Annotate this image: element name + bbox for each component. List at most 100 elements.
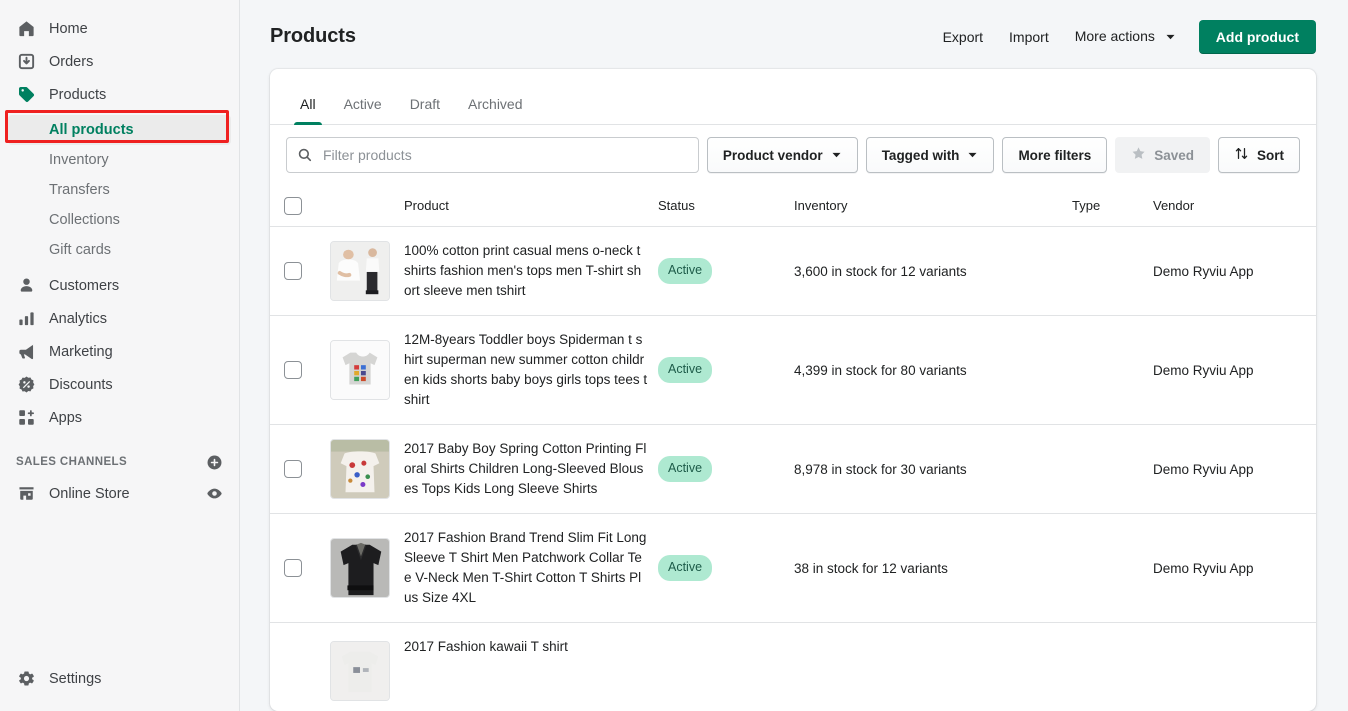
status-badge: Active <box>658 357 713 383</box>
import-label: Import <box>1009 28 1049 45</box>
orders-icon <box>16 52 36 72</box>
chevron-down-icon <box>1165 29 1176 45</box>
tab-label: Active <box>343 96 382 112</box>
sidebar-item-label: Settings <box>49 670 102 687</box>
product-status-cell: Active <box>658 357 794 383</box>
column-header-status[interactable]: Status <box>658 198 794 213</box>
saved-filters-button[interactable]: Saved <box>1115 137 1210 173</box>
product-title: 100% cotton print casual mens o-neck t s… <box>404 243 642 298</box>
sidebar-subitem-label: Collections <box>49 212 120 228</box>
tab-draft[interactable]: Draft <box>396 97 454 124</box>
column-header-type[interactable]: Type <box>1072 198 1153 213</box>
sidebar-item-home[interactable]: Home <box>8 12 231 45</box>
header-actions: Export Import More actions Add product <box>930 19 1316 54</box>
product-title-cell: 12M-8years Toddler boys Spiderman t shir… <box>404 316 658 424</box>
product-inventory: 8,978 in stock for 30 variants <box>794 461 967 477</box>
floral-baby-shirt-photo <box>330 439 390 499</box>
product-title: 2017 Fashion Brand Trend Slim Fit Long S… <box>404 530 647 605</box>
black-vneck-shirt-photo <box>330 538 390 598</box>
product-title: 12M-8years Toddler boys Spiderman t shir… <box>404 332 648 407</box>
sort-button[interactable]: Sort <box>1218 137 1300 173</box>
saved-label: Saved <box>1154 147 1194 163</box>
status-badge: Active <box>658 456 713 482</box>
row-select-cell <box>270 460 316 478</box>
sidebar-item-online-store[interactable]: Online Store <box>8 477 231 510</box>
product-inventory: 38 in stock for 12 variants <box>794 560 948 576</box>
row-checkbox[interactable] <box>284 262 302 280</box>
products-card: All Active Draft Archived Filter product… <box>270 69 1316 711</box>
table-row[interactable]: 2017 Fashion kawaii T shirt <box>270 623 1316 701</box>
kawaii-tshirt-photo <box>330 641 390 701</box>
eye-icon[interactable] <box>205 485 223 503</box>
row-checkbox[interactable] <box>284 460 302 478</box>
sidebar-item-label: Analytics <box>49 310 108 327</box>
tab-all[interactable]: All <box>286 97 330 125</box>
product-thumbnail-cell <box>316 340 404 400</box>
table-row[interactable]: 100% cotton print casual mens o-neck t s… <box>270 227 1316 316</box>
product-title-cell: 2017 Baby Boy Spring Cotton Printing Flo… <box>404 425 658 513</box>
add-product-label: Add product <box>1215 28 1299 45</box>
status-badge: Active <box>658 258 713 284</box>
product-status-cell: Active <box>658 555 794 581</box>
sidebar-item-label: Apps <box>49 409 83 426</box>
product-thumbnail-cell <box>316 538 404 598</box>
tagged-with-label: Tagged with <box>881 147 960 163</box>
sidebar-item-marketing[interactable]: Marketing <box>8 335 231 368</box>
select-all-cell <box>270 196 316 215</box>
chevron-down-icon <box>831 148 842 163</box>
sidebar-item-label: Orders <box>49 53 94 70</box>
export-label: Export <box>942 28 984 45</box>
sidebar-item-label: Customers <box>49 277 120 294</box>
star-icon <box>1131 146 1146 164</box>
tab-active[interactable]: Active <box>330 97 396 124</box>
sidebar-item-products[interactable]: Products <box>8 78 231 111</box>
product-vendor-filter-button[interactable]: Product vendor <box>706 137 858 173</box>
more-filters-button[interactable]: More filters <box>1002 137 1108 173</box>
apps-icon <box>16 408 36 428</box>
sidebar-item-customers[interactable]: Customers <box>8 269 231 302</box>
sidebar-item-inventory[interactable]: Inventory <box>8 145 231 175</box>
row-checkbox[interactable] <box>284 559 302 577</box>
tab-label: Archived <box>468 96 523 112</box>
add-product-button[interactable]: Add product <box>1198 19 1316 54</box>
sidebar-footer: Settings <box>0 662 239 695</box>
sidebar-item-all-products[interactable]: All products <box>8 115 231 145</box>
sidebar-item-label: Marketing <box>49 343 113 360</box>
sidebar-item-transfers[interactable]: Transfers <box>8 175 231 205</box>
table-row[interactable]: 2017 Fashion Brand Trend Slim Fit Long S… <box>270 514 1316 623</box>
admin-app: Home Orders Products All products Invent… <box>0 0 1348 711</box>
table-row[interactable]: 2017 Baby Boy Spring Cotton Printing Flo… <box>270 425 1316 514</box>
column-header-product[interactable]: Product <box>404 198 658 213</box>
sort-arrows-icon <box>1234 146 1249 164</box>
sidebar-subitem-label: Transfers <box>49 182 110 198</box>
sidebar-item-discounts[interactable]: Discounts <box>8 368 231 401</box>
more-actions-button[interactable]: More actions <box>1062 20 1189 53</box>
sidebar-item-gift-cards[interactable]: Gift cards <box>8 235 231 265</box>
sidebar-item-analytics[interactable]: Analytics <box>8 302 231 335</box>
white-tshirt-men-photo <box>330 241 390 301</box>
column-header-vendor[interactable]: Vendor <box>1153 198 1300 213</box>
sidebar-item-apps[interactable]: Apps <box>8 401 231 434</box>
product-vendor-label: Product vendor <box>722 147 823 163</box>
import-button[interactable]: Import <box>996 21 1062 53</box>
sidebar-item-orders[interactable]: Orders <box>8 45 231 78</box>
more-filters-label: More filters <box>1018 147 1092 163</box>
sidebar-item-collections[interactable]: Collections <box>8 205 231 235</box>
column-header-inventory[interactable]: Inventory <box>794 198 1072 213</box>
status-tabs: All Active Draft Archived <box>270 69 1316 125</box>
search-input[interactable] <box>286 137 699 173</box>
main-sidebar: Home Orders Products All products Invent… <box>0 0 240 711</box>
row-checkbox[interactable] <box>284 361 302 379</box>
marketing-megaphone-icon <box>16 342 36 362</box>
select-all-checkbox[interactable] <box>284 196 302 215</box>
add-sales-channel-icon[interactable] <box>205 453 223 471</box>
row-select-cell <box>270 653 316 671</box>
tagged-with-filter-button[interactable]: Tagged with <box>865 137 995 173</box>
table-row[interactable]: 12M-8years Toddler boys Spiderman t shir… <box>270 316 1316 425</box>
sidebar-item-settings[interactable]: Settings <box>8 662 231 695</box>
export-button[interactable]: Export <box>930 21 996 53</box>
tab-archived[interactable]: Archived <box>454 97 536 124</box>
page-header: Products Export Import More actions Add … <box>240 0 1348 69</box>
product-thumbnail-cell <box>316 241 404 301</box>
